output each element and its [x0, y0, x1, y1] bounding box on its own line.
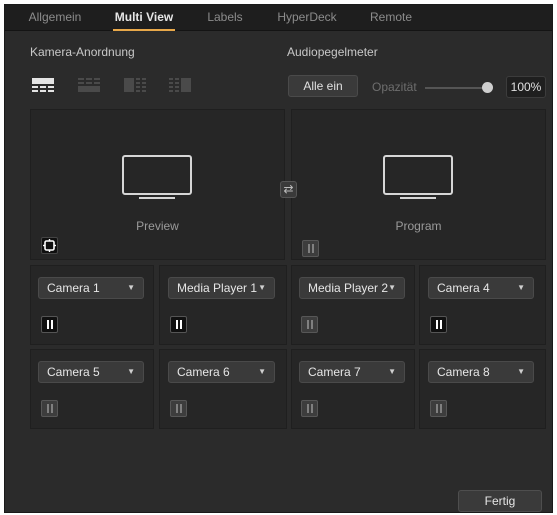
audio-meter-icon-6[interactable]	[170, 400, 187, 417]
camera-select-value: Camera 7	[308, 365, 361, 379]
camera-select-2[interactable]: Media Player 1 ▼	[168, 277, 275, 299]
chevron-down-icon: ▼	[127, 367, 135, 376]
camera-select-3[interactable]: Media Player 2 ▼	[299, 277, 405, 299]
done-button[interactable]: Fertig	[458, 490, 542, 512]
multiview-settings-window: Allgemein Multi View Labels HyperDeck Re…	[4, 4, 553, 513]
swap-icon[interactable]: ⇄	[280, 181, 297, 198]
tab-label: Labels	[207, 10, 243, 24]
chevron-down-icon: ▼	[258, 283, 266, 292]
tab-label: HyperDeck	[277, 10, 337, 24]
chevron-down-icon: ▼	[517, 367, 525, 376]
camera-select-value: Camera 5	[47, 365, 100, 379]
layout-button-1[interactable]	[32, 78, 54, 92]
tab-allgemein[interactable]: Allgemein	[25, 5, 85, 31]
program-audio-meter-icon[interactable]	[302, 240, 319, 257]
audio-meter-icon-3[interactable]	[301, 316, 318, 333]
layout-button-2[interactable]	[78, 78, 100, 92]
audio-meter-icon-8[interactable]	[430, 400, 447, 417]
chevron-down-icon: ▼	[517, 283, 525, 292]
layout-button-3[interactable]	[124, 78, 146, 92]
opacity-value-field[interactable]: 100%	[506, 76, 546, 98]
tab-remote[interactable]: Remote	[363, 5, 419, 31]
camera-select-7[interactable]: Camera 7 ▼	[299, 361, 405, 383]
chevron-down-icon: ▼	[127, 283, 135, 292]
chevron-down-icon: ▼	[388, 367, 396, 376]
camera-select-value: Camera 6	[177, 365, 230, 379]
camera-select-1[interactable]: Camera 1 ▼	[38, 277, 144, 299]
tab-multi-view[interactable]: Multi View	[107, 5, 181, 31]
layout-button-4[interactable]	[169, 78, 191, 92]
camera-select-value: Media Player 1	[177, 281, 258, 295]
audio-meter-icon-5[interactable]	[41, 400, 58, 417]
audio-meter-icon-7[interactable]	[301, 400, 318, 417]
tab-labels[interactable]: Labels	[201, 5, 249, 31]
audio-meter-icon-4[interactable]	[430, 316, 447, 333]
tab-label: Remote	[369, 10, 413, 24]
tab-label: Allgemein	[28, 10, 82, 24]
tab-label: Multi View	[114, 10, 174, 24]
opacity-label: Opazität	[372, 80, 417, 94]
safe-area-icon[interactable]	[41, 237, 58, 254]
camera-layout-label: Kamera-Anordnung	[30, 45, 135, 59]
camera-select-8[interactable]: Camera 8 ▼	[428, 361, 534, 383]
audio-meter-icon-2[interactable]	[170, 316, 187, 333]
camera-select-6[interactable]: Camera 6 ▼	[168, 361, 275, 383]
preview-monitor-icon	[122, 155, 192, 201]
program-label: Program	[395, 219, 442, 233]
camera-select-value: Camera 1	[47, 281, 100, 295]
chevron-down-icon: ▼	[388, 283, 396, 292]
preview-label: Preview	[136, 219, 179, 233]
all-on-button[interactable]: Alle ein	[288, 75, 358, 97]
tab-bar: Allgemein Multi View Labels HyperDeck Re…	[5, 5, 552, 31]
camera-select-4[interactable]: Camera 4 ▼	[428, 277, 534, 299]
tab-hyperdeck[interactable]: HyperDeck	[271, 5, 343, 31]
audio-meters-label: Audiopegelmeter	[287, 45, 378, 59]
active-tab-underline	[113, 29, 175, 31]
camera-select-value: Camera 4	[437, 281, 490, 295]
camera-select-value: Camera 8	[437, 365, 490, 379]
audio-meter-icon-1[interactable]	[41, 316, 58, 333]
program-monitor-icon	[383, 155, 453, 201]
camera-select-value: Media Player 2	[308, 281, 389, 295]
camera-select-5[interactable]: Camera 5 ▼	[38, 361, 144, 383]
chevron-down-icon: ▼	[258, 367, 266, 376]
opacity-slider-track[interactable]	[425, 87, 487, 89]
opacity-slider-knob[interactable]	[482, 82, 493, 93]
